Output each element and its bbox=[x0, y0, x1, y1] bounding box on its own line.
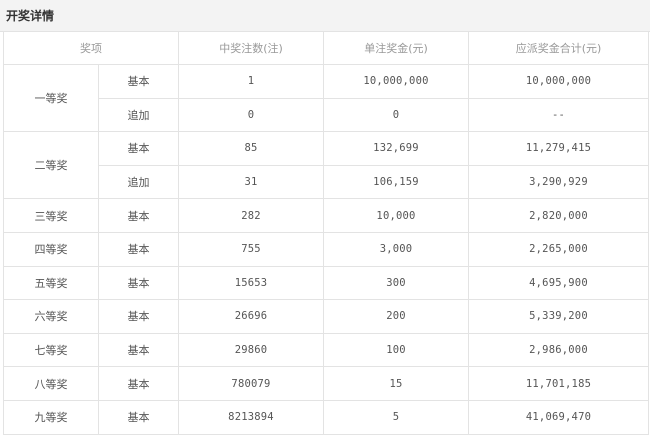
prize-details-panel: 开奖详情 奖项 中奖注数(注) 单注奖金(元) 应派奖金合计(元) 一等奖 基本… bbox=[0, 0, 650, 435]
prize-grade: 六等奖 bbox=[3, 299, 99, 334]
winning-count: 780079 bbox=[178, 366, 324, 401]
total-prize: 11,701,185 bbox=[468, 366, 649, 401]
prize-type: 基本 bbox=[98, 198, 179, 233]
winning-count: 31 bbox=[178, 164, 324, 200]
table-row: 五等奖 基本 15653 300 4,695,900 bbox=[3, 265, 649, 301]
prize-grade: 八等奖 bbox=[3, 366, 99, 401]
table-row: 三等奖 基本 282 10,000 2,820,000 bbox=[3, 198, 649, 233]
prize-type: 基本 bbox=[98, 332, 179, 368]
winning-count: 282 bbox=[178, 198, 324, 233]
total-prize: 2,986,000 bbox=[468, 332, 649, 368]
single-prize: 15 bbox=[323, 366, 469, 401]
total-prize: 4,695,900 bbox=[468, 265, 649, 301]
total-prize: 10,000,000 bbox=[468, 64, 649, 99]
single-prize: 5 bbox=[323, 399, 469, 435]
prize-type: 基本 bbox=[98, 131, 179, 166]
total-prize: 2,820,000 bbox=[468, 198, 649, 233]
winning-count: 8213894 bbox=[178, 399, 324, 435]
prize-grade: 四等奖 bbox=[3, 231, 99, 267]
prize-type: 追加 bbox=[98, 164, 179, 200]
table-row: 四等奖 基本 755 3,000 2,265,000 bbox=[3, 231, 649, 267]
table-row: 八等奖 基本 780079 15 11,701,185 bbox=[3, 366, 649, 401]
total-prize: 41,069,470 bbox=[468, 399, 649, 435]
single-prize: 132,699 bbox=[323, 131, 469, 166]
total-prize: 5,339,200 bbox=[468, 299, 649, 334]
total-prize: -- bbox=[468, 97, 649, 133]
prize-grade: 三等奖 bbox=[3, 198, 99, 233]
table-row: 二等奖 基本 85 132,699 11,279,415 bbox=[3, 131, 649, 200]
table-row: 七等奖 基本 29860 100 2,986,000 bbox=[3, 332, 649, 368]
single-prize: 200 bbox=[323, 299, 469, 334]
winning-count: 15653 bbox=[178, 265, 324, 301]
prize-type: 基本 bbox=[98, 299, 179, 334]
winning-count: 0 bbox=[178, 97, 324, 133]
header-prize-level: 奖项 bbox=[3, 31, 179, 65]
total-prize: 11,279,415 bbox=[468, 131, 649, 166]
prize-grade: 九等奖 bbox=[3, 399, 99, 435]
prize-type: 基本 bbox=[98, 366, 179, 401]
prize-grade: 一等奖 bbox=[3, 63, 99, 133]
single-prize: 10,000,000 bbox=[323, 64, 469, 99]
table-row: 追加 31 106,159 3,290,929 bbox=[4, 164, 649, 200]
single-prize: 0 bbox=[323, 97, 469, 133]
single-prize: 100 bbox=[323, 332, 469, 368]
prize-grade: 五等奖 bbox=[3, 265, 99, 301]
prize-type: 追加 bbox=[98, 97, 179, 133]
winning-count: 26696 bbox=[178, 299, 324, 334]
header-winning-count: 中奖注数(注) bbox=[178, 31, 324, 65]
total-prize: 2,265,000 bbox=[468, 231, 649, 267]
prize-type: 基本 bbox=[98, 265, 179, 301]
total-prize: 3,290,929 bbox=[468, 164, 649, 200]
winning-count: 755 bbox=[178, 231, 324, 267]
header-total-prize: 应派奖金合计(元) bbox=[468, 31, 649, 65]
panel-title: 开奖详情 bbox=[0, 0, 650, 32]
prize-grade: 七等奖 bbox=[3, 332, 99, 368]
prize-grade: 二等奖 bbox=[3, 131, 99, 200]
header-single-prize: 单注奖金(元) bbox=[323, 31, 469, 65]
single-prize: 10,000 bbox=[323, 198, 469, 233]
table-row: 六等奖 基本 26696 200 5,339,200 bbox=[3, 299, 649, 334]
prize-type: 基本 bbox=[98, 399, 179, 435]
single-prize: 300 bbox=[323, 265, 469, 301]
prize-type: 基本 bbox=[98, 64, 179, 99]
table-row: 一等奖 基本 1 10,000,000 10,000,000 bbox=[3, 63, 649, 133]
table-row: 追加 0 0 -- bbox=[4, 97, 649, 133]
prize-table: 奖项 中奖注数(注) 单注奖金(元) 应派奖金合计(元) 一等奖 基本 1 10… bbox=[3, 31, 649, 435]
winning-count: 29860 bbox=[178, 332, 324, 368]
winning-count: 85 bbox=[178, 131, 324, 166]
winning-count: 1 bbox=[178, 64, 324, 99]
table-header-row: 奖项 中奖注数(注) 单注奖金(元) 应派奖金合计(元) bbox=[3, 31, 649, 65]
table-row: 九等奖 基本 8213894 5 41,069,470 bbox=[3, 399, 649, 435]
single-prize: 106,159 bbox=[323, 164, 469, 200]
prize-type: 基本 bbox=[98, 231, 179, 267]
single-prize: 3,000 bbox=[323, 231, 469, 267]
